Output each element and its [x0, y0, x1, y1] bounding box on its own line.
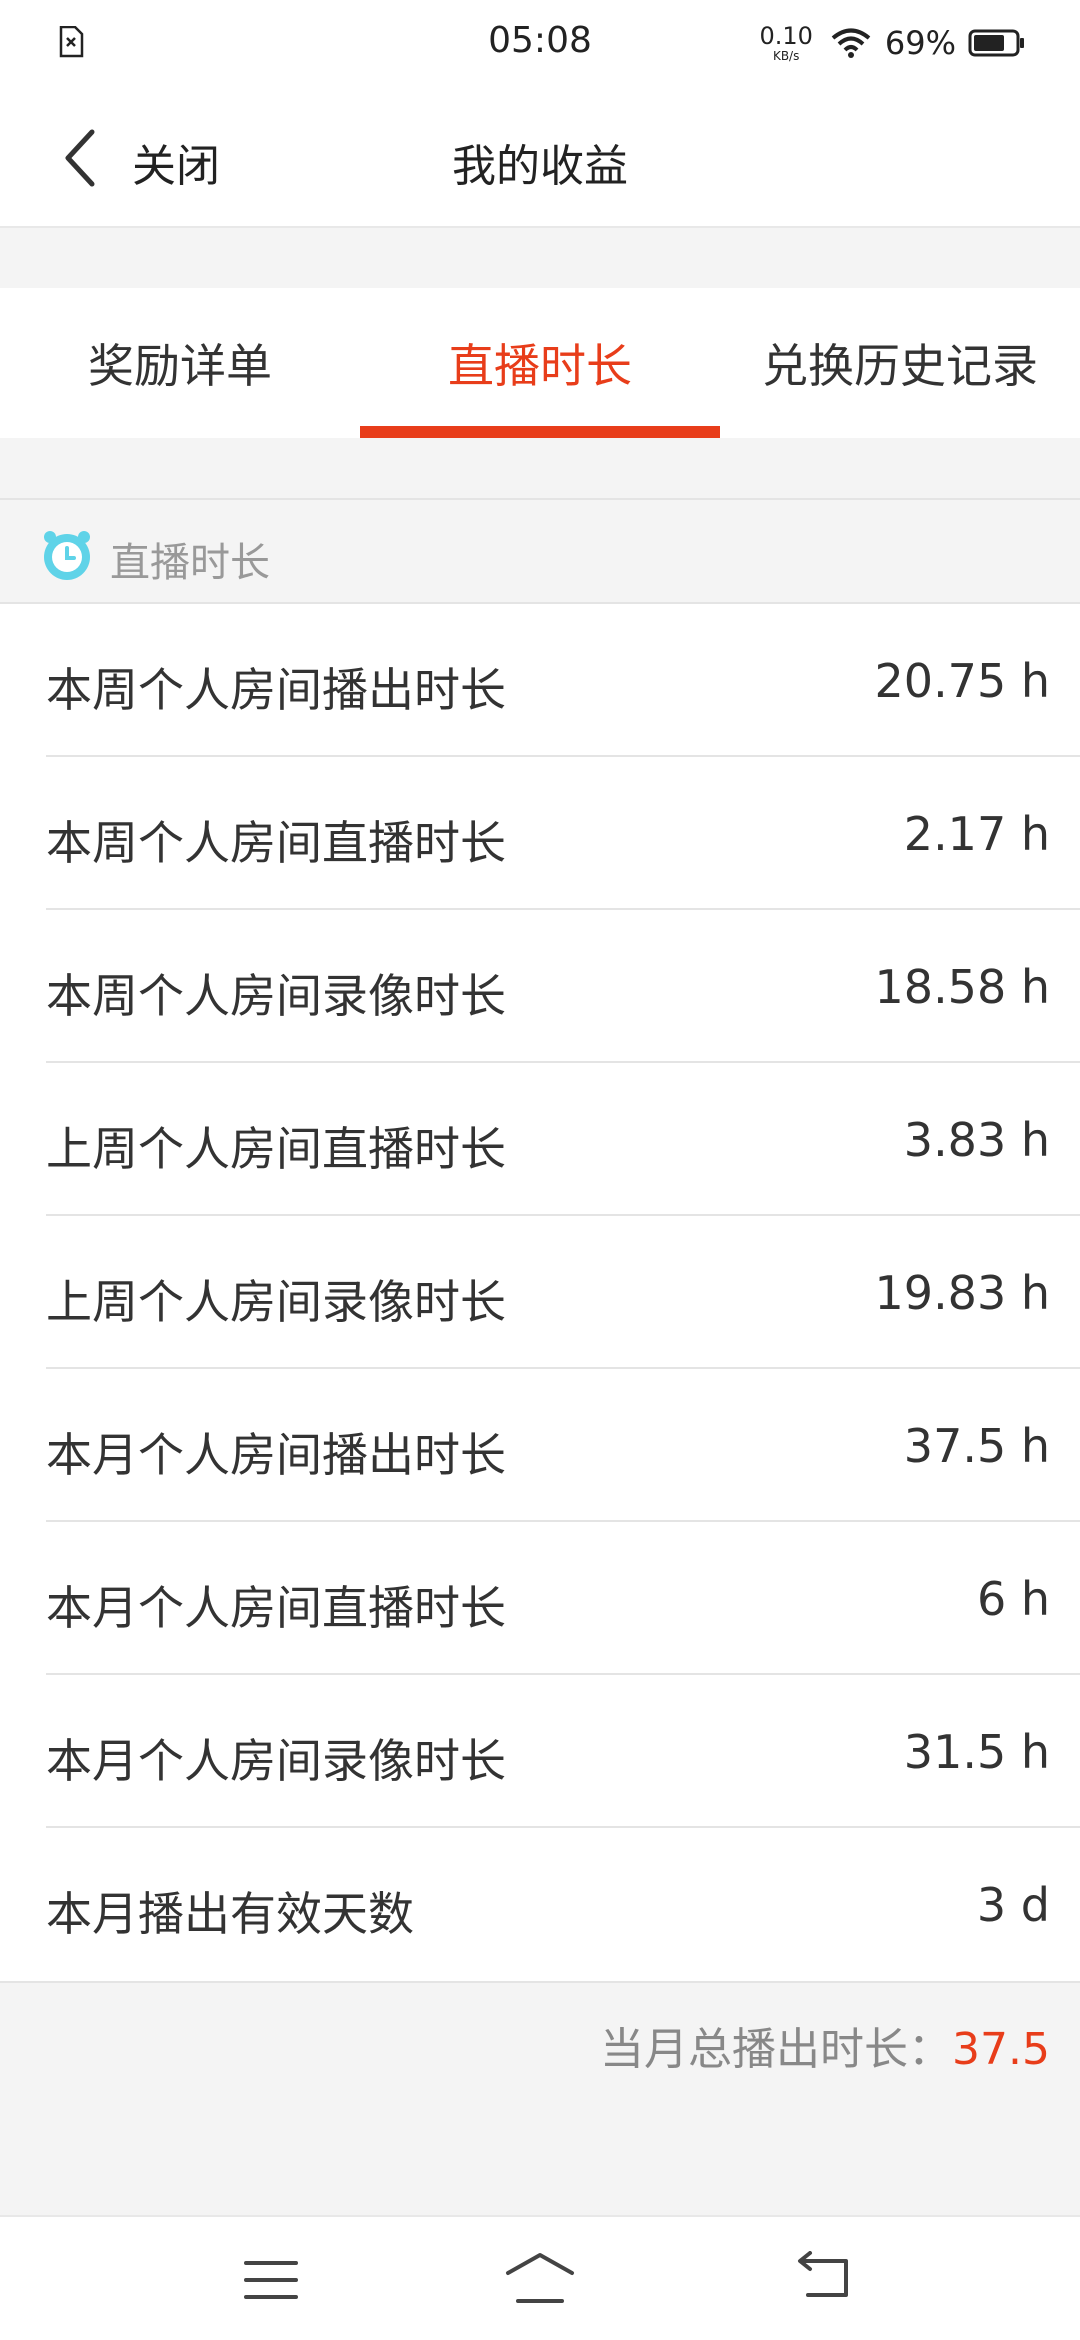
row-value: 20.75 h	[874, 654, 1050, 708]
row-value: 2.17 h	[903, 807, 1050, 861]
row-label: 本月播出有效天数	[46, 1887, 414, 1941]
battery-percent: 69%	[884, 24, 956, 62]
row-label: 上周个人房间录像时长	[46, 1275, 506, 1329]
back-icon[interactable]	[796, 2251, 852, 2301]
row-value: 18.58 h	[874, 960, 1050, 1014]
duration-list: 本周个人房间播出时长 20.75 h 本周个人房间直播时长 2.17 h 本周个…	[0, 604, 1080, 1981]
tab-bar: 奖励详单 直播时长 兑换历史记录	[0, 288, 1080, 438]
section-header: 直播时长	[0, 498, 1080, 604]
list-item: 本月个人房间直播时长 6 h	[0, 1522, 1080, 1675]
list-item: 本月个人房间录像时长 31.5 h	[0, 1675, 1080, 1828]
total-label: 当月总播出时长：	[600, 2024, 953, 2075]
network-speed-unit: KB/s	[772, 49, 800, 63]
row-value: 3 d	[976, 1878, 1050, 1932]
row-label: 本月个人房间播出时长	[46, 1428, 506, 1482]
row-label: 本周个人房间播出时长	[46, 663, 506, 717]
home-icon[interactable]	[504, 2251, 576, 2305]
top-nav-bar: 关闭 我的收益	[0, 88, 1080, 228]
list-item: 本周个人房间直播时长 2.17 h	[0, 757, 1080, 910]
monthly-total: 当月总播出时长：37.5	[0, 1981, 1080, 2111]
list-item: 本周个人房间播出时长 20.75 h	[0, 604, 1080, 757]
network-speed-value: 0.10	[759, 22, 813, 50]
row-label: 本周个人房间录像时长	[46, 969, 506, 1023]
list-item: 本周个人房间录像时长 18.58 h	[0, 910, 1080, 1063]
total-value: 37.5	[952, 2024, 1050, 2075]
tab-exchange-history[interactable]: 兑换历史记录	[720, 288, 1080, 438]
row-value: 37.5 h	[903, 1419, 1050, 1473]
section-title: 直播时长	[110, 540, 270, 586]
battery-icon	[968, 29, 1024, 57]
row-value: 3.83 h	[903, 1113, 1050, 1167]
list-item: 本月个人房间播出时长 37.5 h	[0, 1369, 1080, 1522]
tab-reward-details[interactable]: 奖励详单	[0, 288, 360, 438]
row-label: 本月个人房间直播时长	[46, 1581, 506, 1635]
row-value: 6 h	[976, 1572, 1050, 1626]
status-bar: 05:08 0.10 KB/s 69%	[0, 0, 1080, 88]
tab-live-duration[interactable]: 直播时长	[360, 288, 720, 438]
network-speed: 0.10 KB/s	[759, 24, 812, 62]
page-title: 我的收益	[452, 141, 628, 192]
row-value: 19.83 h	[874, 1266, 1050, 1320]
menu-icon[interactable]	[244, 2257, 298, 2303]
row-label: 上周个人房间直播时长	[46, 1122, 506, 1176]
list-item: 上周个人房间录像时长 19.83 h	[0, 1216, 1080, 1369]
list-item: 上周个人房间直播时长 3.83 h	[0, 1063, 1080, 1216]
wifi-icon	[831, 28, 871, 58]
list-item: 本月播出有效天数 3 d	[0, 1828, 1080, 1981]
row-value: 31.5 h	[903, 1725, 1050, 1779]
row-label: 本周个人房间直播时长	[46, 816, 506, 870]
row-label: 本月个人房间录像时长	[46, 1734, 506, 1788]
system-nav-bar	[0, 2215, 1080, 2340]
alarm-clock-icon	[44, 531, 90, 580]
